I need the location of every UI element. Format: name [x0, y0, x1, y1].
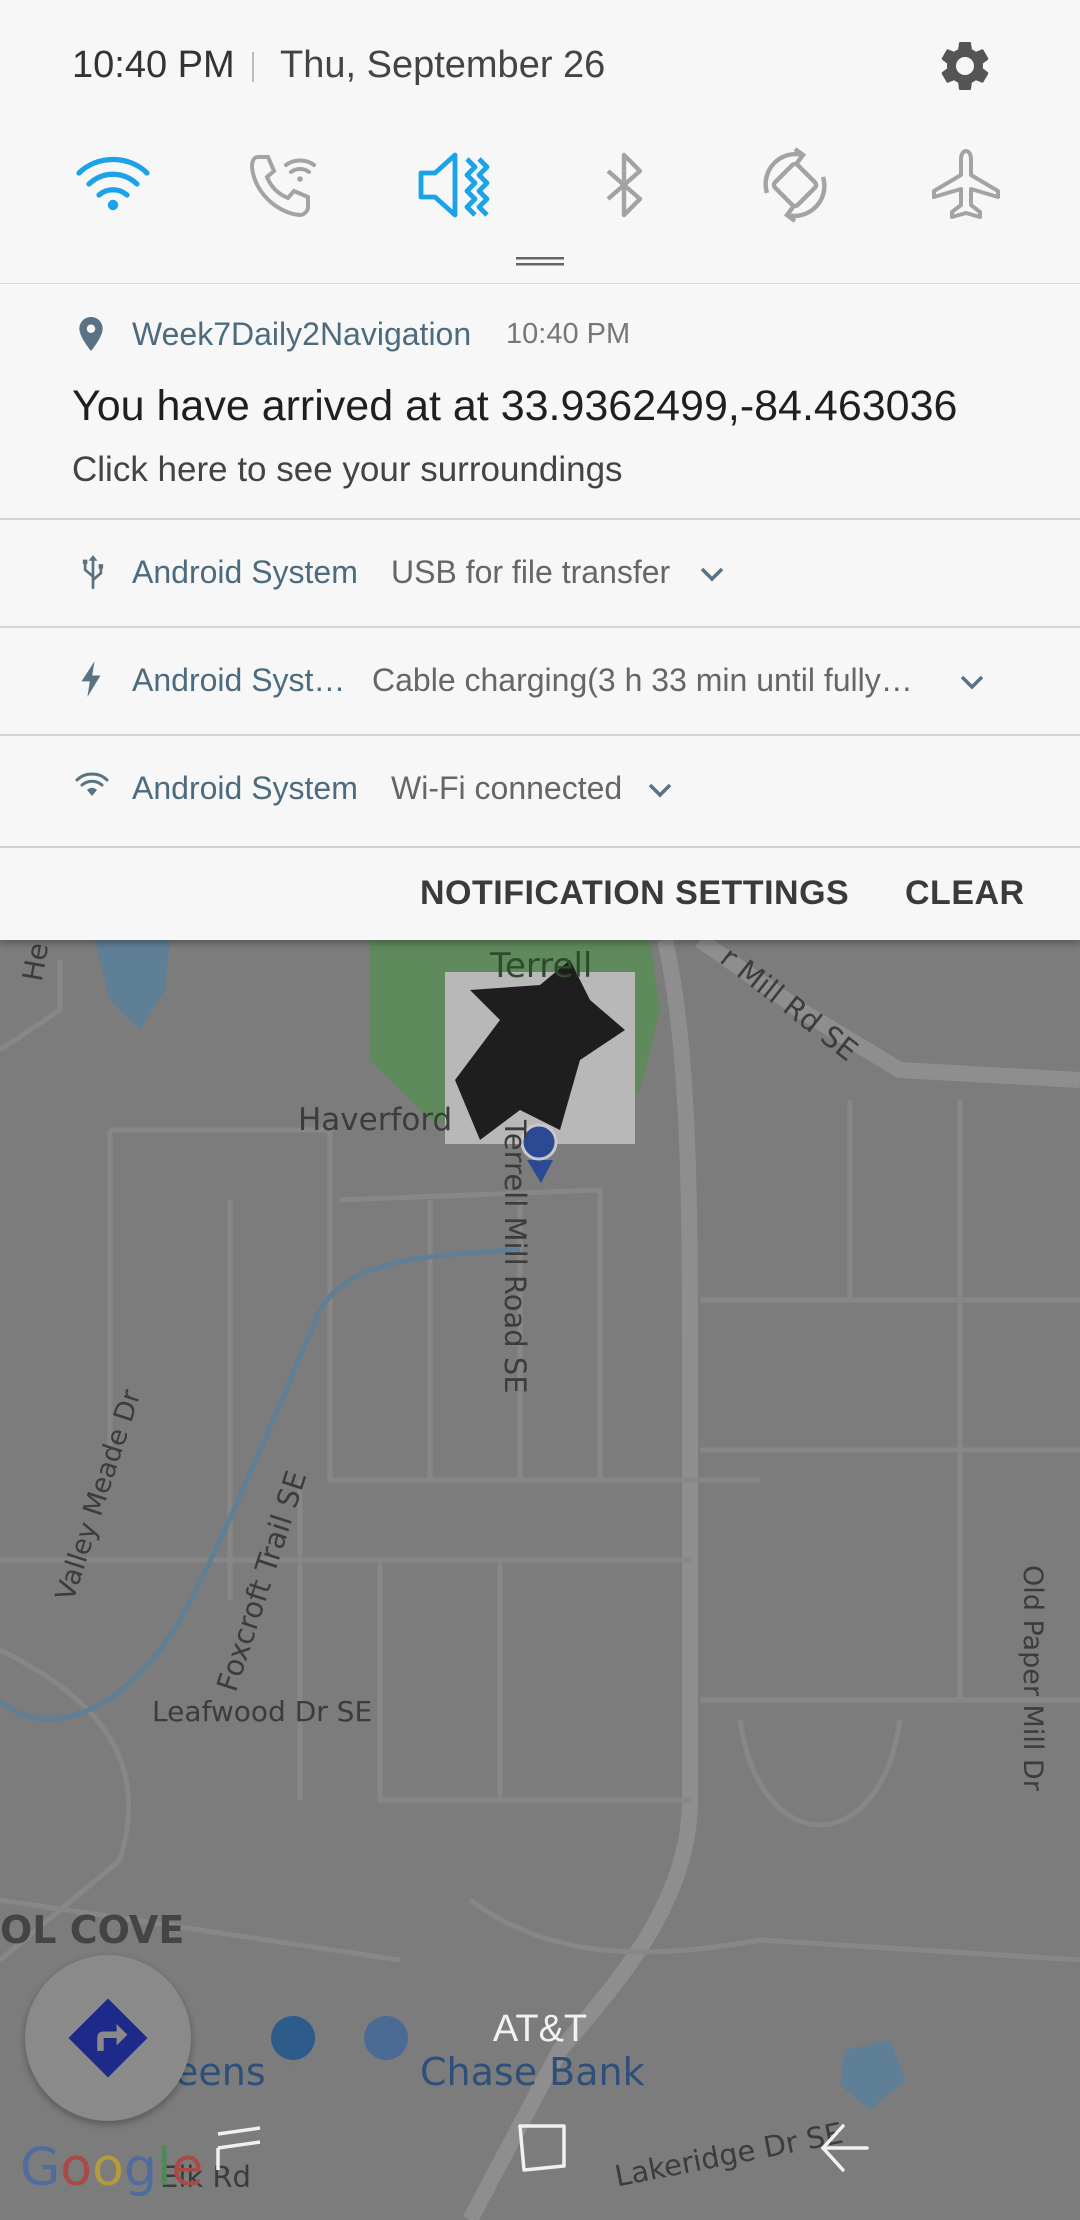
notification-detail: Cable charging(3 h 33 min until fully… [372, 662, 913, 698]
carrier-label: AT&T [492, 2008, 588, 2050]
map-label-chase-bank: Chase Bank [420, 2050, 645, 2094]
location-pin-icon [79, 317, 103, 351]
wifi-notification[interactable]: Android System Wi-Fi connected [0, 736, 1080, 848]
map-label-he: He [16, 940, 56, 984]
map-label-terrell: Terrell [490, 946, 593, 986]
notification-subtitle: Click here to see your surroundings [72, 450, 623, 489]
notification-title: You have arrived at at 33.9362499,-84.46… [72, 382, 958, 430]
map-label-terrell-mill-road: Terrell Mill Road SE [498, 1120, 532, 1394]
notification-time: 10:40 PM [506, 318, 631, 350]
back-icon[interactable] [815, 2118, 875, 2178]
lightning-bolt-icon [81, 661, 101, 697]
status-divider [252, 52, 254, 82]
map-label-old-paper-mill: Old Paper Mill Dr [1017, 1565, 1048, 1791]
map-label-haverford: Haverford [298, 1102, 453, 1138]
mute-icon[interactable] [413, 145, 493, 225]
notification-app-name: Android System [132, 770, 358, 806]
status-time: 10:40 PM [72, 44, 235, 86]
wifi-icon[interactable] [73, 145, 153, 225]
map-label-cove: OL COVE [0, 1908, 185, 1952]
status-date: Thu, September 26 [280, 44, 606, 86]
chevron-down-icon[interactable] [698, 564, 726, 584]
bluetooth-icon[interactable] [584, 145, 664, 225]
clear-button[interactable]: CLEAR [905, 874, 1025, 913]
quick-settings-panel: 10:40 PM Thu, September 26 [0, 0, 1080, 285]
map-label-leafwood: Leafwood Dr SE [152, 1695, 373, 1728]
notification-app-name: Week7Daily2Navigation [132, 316, 472, 352]
notification-actions-bar: NOTIFICATION SETTINGS CLEAR [0, 848, 1080, 940]
notification-app-name: Android Syst… [132, 662, 346, 698]
chevron-down-icon[interactable] [646, 780, 674, 800]
google-logo: Google [20, 2138, 204, 2198]
chevron-down-icon[interactable] [958, 672, 986, 692]
wifi-icon [75, 772, 109, 796]
settings-gear-icon[interactable] [935, 36, 995, 96]
notification-app-name: Android System [132, 554, 358, 590]
notification-settings-button[interactable]: NOTIFICATION SETTINGS [420, 874, 849, 913]
notification-detail: USB for file transfer [391, 554, 671, 590]
usb-icon [82, 555, 104, 590]
auto-rotate-icon[interactable] [755, 145, 835, 225]
airplane-mode-icon[interactable] [926, 145, 1006, 225]
usb-notification[interactable]: Android System USB for file transfer [0, 520, 1080, 628]
recent-apps-icon[interactable] [210, 2118, 270, 2178]
notification-detail: Wi-Fi connected [391, 770, 623, 806]
charging-notification[interactable]: Android Syst… Cable charging(3 h 33 min … [0, 628, 1080, 736]
wifi-calling-icon[interactable] [242, 145, 322, 225]
home-icon[interactable] [512, 2118, 572, 2178]
panel-drag-handle[interactable] [516, 255, 564, 267]
navigation-notification[interactable]: Week7Daily2Navigation 10:40 PM You have … [0, 284, 1080, 520]
